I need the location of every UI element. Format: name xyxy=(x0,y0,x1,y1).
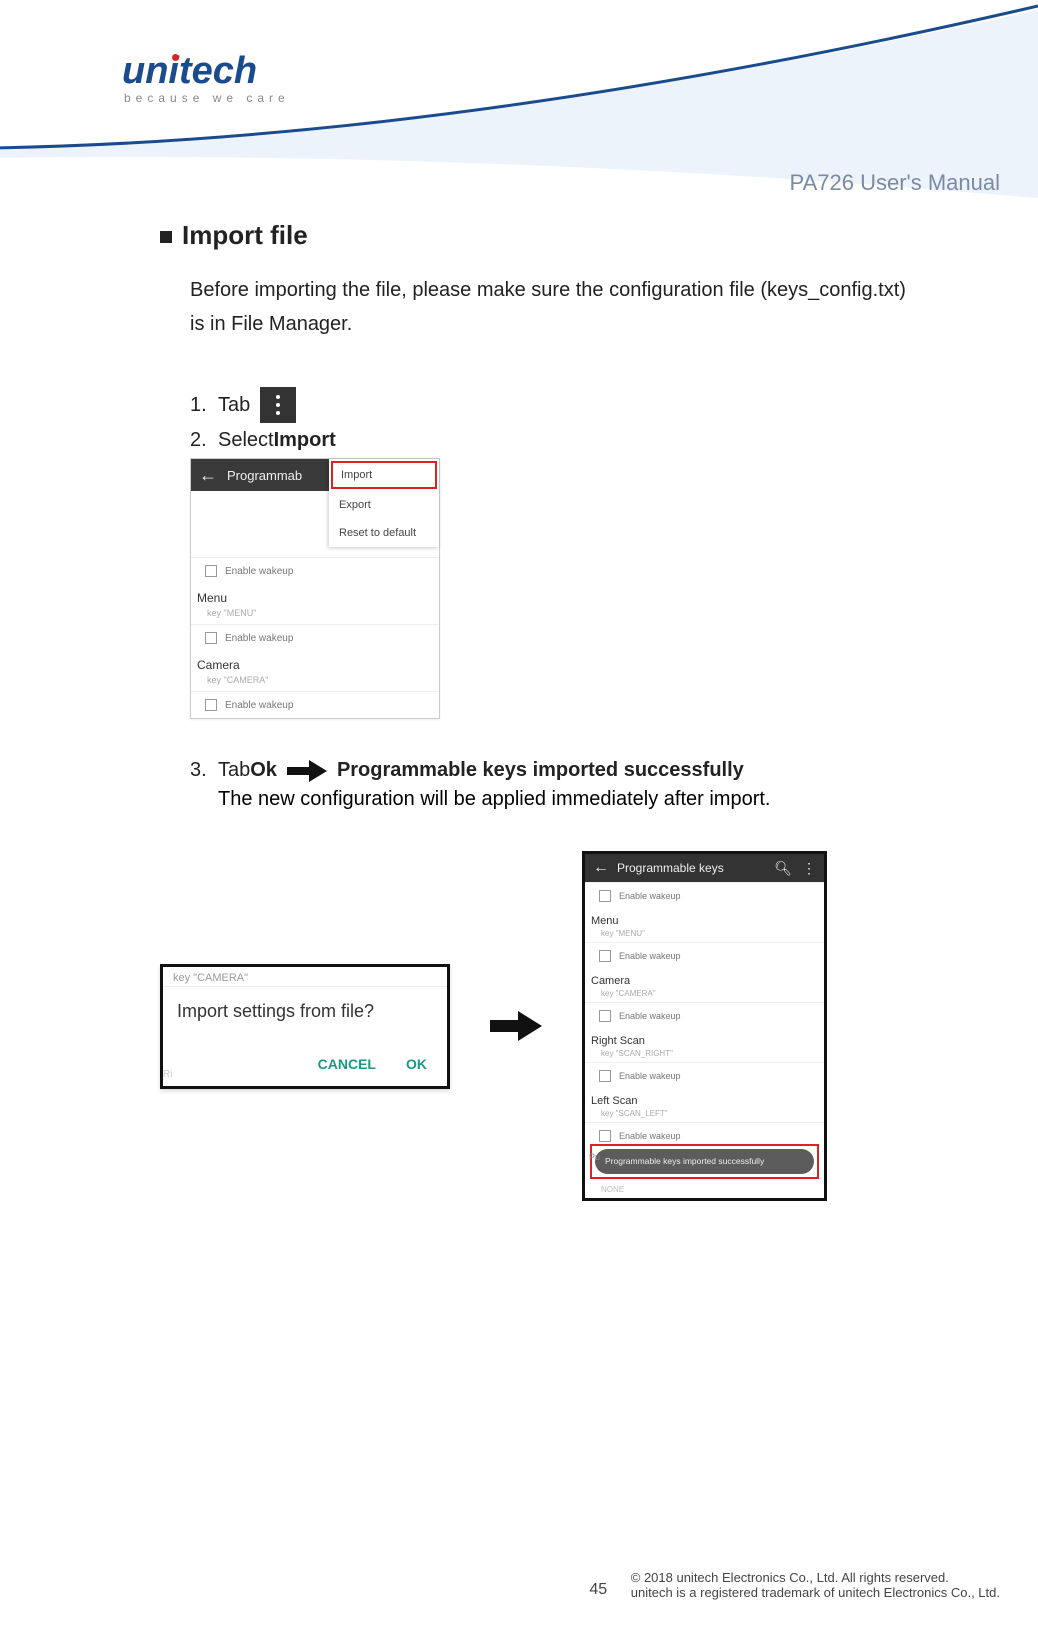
key-label: key "SCAN_RIGHT" xyxy=(585,1048,824,1062)
step-text: Tab xyxy=(218,394,250,417)
step-list: 3. Tab Ok Programmable keys imported suc… xyxy=(190,759,920,782)
checkbox-row[interactable]: Enable wakeup xyxy=(585,1062,824,1089)
cancel-button[interactable]: CANCEL xyxy=(318,1056,376,1072)
checkbox-row[interactable]: Enable wakeup xyxy=(191,624,439,651)
trademark-line: unitech is a registered trademark of uni… xyxy=(631,1585,1000,1600)
key-label: key "CAMERA" xyxy=(191,674,439,691)
checkbox-row[interactable]: Enable wakeup xyxy=(585,942,824,969)
search-icon[interactable]: 🔍︎ xyxy=(774,860,792,877)
step-bold: Ok xyxy=(250,759,277,782)
checkbox-icon[interactable] xyxy=(205,699,217,711)
square-bullet-icon xyxy=(160,231,172,243)
logo-tagline: because we care xyxy=(124,91,322,105)
back-arrow-icon[interactable]: ← xyxy=(593,859,609,877)
dim-background-text: Pu xyxy=(589,1152,600,1162)
step-number: 3. xyxy=(190,759,218,782)
section-intro: Before importing the file, please make s… xyxy=(190,273,920,341)
page-header: unitech because we care PA726 User's Man… xyxy=(0,0,1038,200)
page-number: 45 xyxy=(589,1581,607,1599)
checkbox-row[interactable]: Enable wakeup xyxy=(585,882,824,909)
section-header-right-scan: Right Scan xyxy=(585,1029,824,1048)
section-header-left-scan: Left Scan xyxy=(585,1089,824,1108)
step-text: Select xyxy=(218,429,274,452)
toast-highlight: Programmable keys imported successfully xyxy=(590,1144,819,1179)
checkbox-row[interactable]: Enable wakeup xyxy=(191,557,439,584)
step-1: 1. Tab xyxy=(190,387,920,423)
back-arrow-icon[interactable]: ← xyxy=(199,465,217,486)
checkbox-icon[interactable] xyxy=(599,1070,611,1082)
figure-row: key "CAMERA" Import settings from file? … xyxy=(160,851,920,1201)
checkbox-icon[interactable] xyxy=(599,1130,611,1142)
checkbox-row[interactable]: Enable wakeup xyxy=(191,691,439,718)
dim-background-text: key "CAMERA" xyxy=(163,967,447,987)
logo-wordmark: unitech xyxy=(122,50,322,93)
checkbox-icon[interactable] xyxy=(599,950,611,962)
step-2: 2. Select Import xyxy=(190,429,920,452)
main-content: Import file Before importing the file, p… xyxy=(160,220,920,1201)
menu-item-export[interactable]: Export xyxy=(329,491,439,519)
checkbox-row[interactable]: Enable wakeup xyxy=(585,1002,824,1029)
screenshot-dialog-wrapper: key "CAMERA" Import settings from file? … xyxy=(160,964,450,1089)
arrow-right-icon xyxy=(287,760,327,782)
key-label: key "CAMERA" xyxy=(585,988,824,1002)
section-title: Import file xyxy=(160,220,920,251)
step-number: 2. xyxy=(190,429,218,452)
checkbox-icon[interactable] xyxy=(599,890,611,902)
none-label: NONE xyxy=(585,1185,824,1198)
arrow-right-icon xyxy=(490,1011,542,1041)
screenshot-menu: ← Programmab Import Export Reset to defa… xyxy=(190,458,440,719)
toast-message: Programmable keys imported successfully xyxy=(595,1149,814,1174)
step-3: 3. Tab Ok Programmable keys imported suc… xyxy=(190,759,920,782)
appbar-title: Programmable keys xyxy=(617,861,724,875)
overflow-menu-popup: Import Export Reset to default xyxy=(329,459,439,547)
screenshot-appbar: ← Programmable keys 🔍︎ ⋮ xyxy=(585,854,824,882)
section-header-menu: Menu xyxy=(191,584,439,607)
dialog-title: Import settings from file? xyxy=(163,987,447,1046)
screenshot-result: ← Programmable keys 🔍︎ ⋮ Enable wakeup M… xyxy=(582,851,827,1201)
manual-title: PA726 User's Manual xyxy=(790,170,1000,196)
checkbox-row[interactable]: Enable wakeup xyxy=(585,1122,824,1144)
checkbox-icon[interactable] xyxy=(205,632,217,644)
section-header-camera: Camera xyxy=(191,651,439,674)
screenshot-dialog: key "CAMERA" Import settings from file? … xyxy=(160,964,450,1089)
menu-item-import[interactable]: Import xyxy=(331,461,437,489)
page-footer: 45 © 2018 unitech Electronics Co., Ltd. … xyxy=(0,1570,1038,1600)
logo-dot-icon xyxy=(172,54,179,61)
step-list: 1. Tab 2. Select Import xyxy=(190,387,920,452)
key-label: key "MENU" xyxy=(585,928,824,942)
overflow-menu-icon[interactable] xyxy=(260,387,296,423)
section-header-camera: Camera xyxy=(585,969,824,988)
step-bold: Programmable keys imported successfully xyxy=(337,759,744,782)
brand-logo: unitech because we care xyxy=(122,50,322,105)
step-bold: Import xyxy=(274,429,336,452)
copyright-line: © 2018 unitech Electronics Co., Ltd. All… xyxy=(631,1570,949,1585)
screenshot-appbar: ← Programmab Import Export Reset to defa… xyxy=(191,459,439,491)
overflow-menu-icon[interactable]: ⋮ xyxy=(802,860,816,877)
key-label: key "SCAN_LEFT" xyxy=(585,1108,824,1122)
ok-button[interactable]: OK xyxy=(406,1056,427,1072)
checkbox-icon[interactable] xyxy=(205,565,217,577)
step-number: 1. xyxy=(190,394,218,417)
section-header-menu: Menu xyxy=(585,909,824,928)
checkbox-icon[interactable] xyxy=(599,1010,611,1022)
dim-background-text: Ri xyxy=(161,1069,172,1080)
appbar-title: Programmab xyxy=(227,468,302,483)
step-text: Tab xyxy=(218,759,250,782)
key-label: key "MENU" xyxy=(191,607,439,624)
menu-item-reset[interactable]: Reset to default xyxy=(329,519,439,547)
step-3-body: The new configuration will be applied im… xyxy=(218,788,920,811)
